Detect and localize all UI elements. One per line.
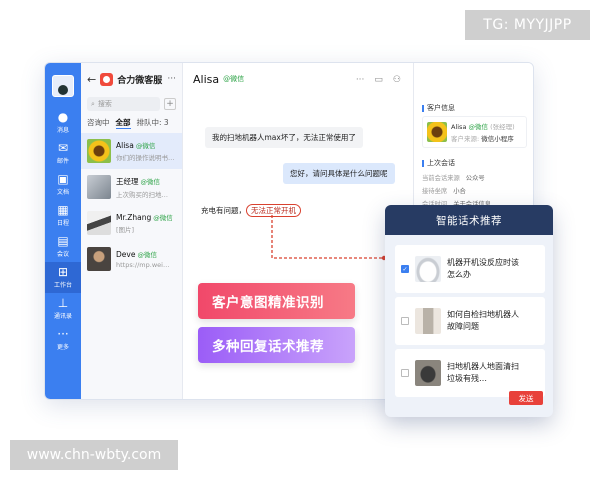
floor-robot-thumb <box>415 360 441 386</box>
vacuum-tower-thumb <box>415 308 441 334</box>
suggestion-text: 扫地机器人地面清扫 垃圾有残… <box>447 362 519 383</box>
send-button[interactable]: 发送 <box>509 391 543 405</box>
suggestion-checkbox[interactable] <box>401 369 409 377</box>
smart-reply-panel: 智能话术推荐 ✓ 机器开机没反应时该 怎么办 如何自检扫地机器人 故障问题 扫地… <box>385 205 553 417</box>
robot-vacuum-thumb <box>415 256 441 282</box>
reply-suggestion[interactable]: 扫地机器人地面清扫 垃圾有残… <box>395 349 545 397</box>
suggestion-text: 如何自检扫地机器人 故障问题 <box>447 310 519 331</box>
reply-suggestion[interactable]: ✓ 机器开机没反应时该 怎么办 <box>395 245 545 293</box>
screenshot-stage: TG: MYYJJPP ● 消息 ✉ 邮件 ▣ 文档 ▦ 日程 ▤ 会议 ⊞ 工作台 ⊥ 通讯… <box>0 0 600 480</box>
feature-tag-intent: 客户意图精准识别 <box>198 283 355 319</box>
suggestion-checkbox[interactable] <box>401 317 409 325</box>
watermark-bottom: www.chn-wbty.com <box>10 440 178 470</box>
panel-title: 智能话术推荐 <box>385 205 553 235</box>
suggestion-checkbox[interactable]: ✓ <box>401 265 409 273</box>
suggestion-text: 机器开机没反应时该 怎么办 <box>447 258 519 279</box>
reply-suggestion[interactable]: 如何自检扫地机器人 故障问题 <box>395 297 545 345</box>
feature-tag-reply: 多种回复话术推荐 <box>198 327 355 363</box>
